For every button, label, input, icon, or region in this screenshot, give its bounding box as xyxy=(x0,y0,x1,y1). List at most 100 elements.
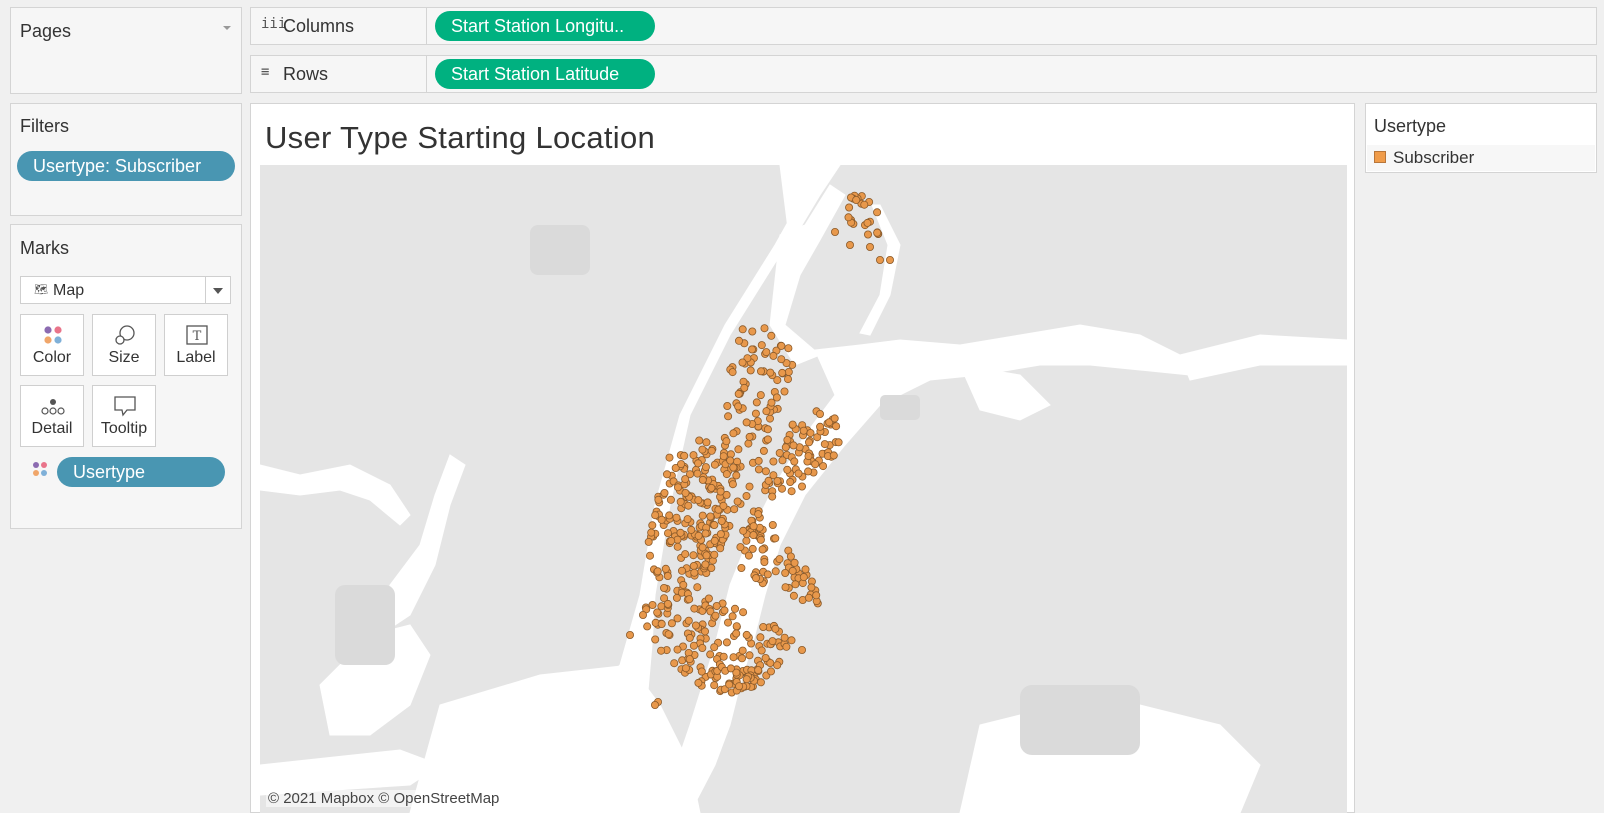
station-mark[interactable] xyxy=(710,643,719,652)
station-mark[interactable] xyxy=(673,542,682,551)
station-mark[interactable] xyxy=(783,465,792,474)
station-mark[interactable] xyxy=(766,368,775,377)
station-mark[interactable] xyxy=(732,622,741,631)
pages-shelf[interactable]: Pages xyxy=(10,7,242,94)
station-mark[interactable] xyxy=(786,477,795,486)
station-mark[interactable] xyxy=(786,552,795,561)
station-mark[interactable] xyxy=(698,511,707,520)
station-mark[interactable] xyxy=(724,412,733,421)
station-mark[interactable] xyxy=(681,475,690,484)
station-mark[interactable] xyxy=(830,414,839,423)
station-mark[interactable] xyxy=(831,228,840,237)
station-mark[interactable] xyxy=(801,565,810,574)
station-mark[interactable] xyxy=(726,456,735,465)
station-mark[interactable] xyxy=(745,651,754,660)
station-mark[interactable] xyxy=(643,622,652,631)
station-mark[interactable] xyxy=(698,643,707,652)
station-mark[interactable] xyxy=(666,495,675,504)
station-mark[interactable] xyxy=(706,650,715,659)
mark-type-dropdown[interactable]: 🗺 Map xyxy=(20,276,231,304)
station-mark[interactable] xyxy=(695,436,704,445)
station-mark[interactable] xyxy=(775,555,784,564)
station-mark[interactable] xyxy=(756,633,765,642)
station-mark[interactable] xyxy=(716,544,725,553)
station-mark[interactable] xyxy=(665,453,674,462)
station-mark[interactable] xyxy=(832,422,841,431)
station-mark[interactable] xyxy=(689,451,698,460)
station-mark[interactable] xyxy=(756,678,765,687)
station-mark[interactable] xyxy=(754,666,763,675)
station-mark[interactable] xyxy=(744,439,753,448)
map-canvas[interactable]: © 2021 Mapbox © OpenStreetMap xyxy=(260,165,1347,813)
station-mark[interactable] xyxy=(845,203,854,212)
station-mark[interactable] xyxy=(768,520,777,529)
station-mark[interactable] xyxy=(667,536,676,545)
station-mark[interactable] xyxy=(754,510,763,519)
station-mark[interactable] xyxy=(720,606,729,615)
station-mark[interactable] xyxy=(763,435,772,444)
station-mark[interactable] xyxy=(798,645,807,654)
station-mark[interactable] xyxy=(777,341,786,350)
station-mark[interactable] xyxy=(742,536,751,545)
station-mark[interactable] xyxy=(829,451,838,460)
station-mark[interactable] xyxy=(756,535,765,544)
station-mark[interactable] xyxy=(673,614,682,623)
station-mark[interactable] xyxy=(653,567,662,576)
station-mark[interactable] xyxy=(676,497,685,506)
station-mark[interactable] xyxy=(706,512,715,521)
station-mark[interactable] xyxy=(730,505,739,514)
station-mark[interactable] xyxy=(789,441,798,450)
station-mark[interactable] xyxy=(728,612,737,621)
station-mark[interactable] xyxy=(863,218,872,227)
station-mark[interactable] xyxy=(728,368,737,377)
detail-card-button[interactable]: Detail xyxy=(20,385,84,447)
station-mark[interactable] xyxy=(773,661,782,670)
station-mark[interactable] xyxy=(723,618,732,627)
station-mark[interactable] xyxy=(783,435,792,444)
station-mark[interactable] xyxy=(739,608,748,617)
station-mark[interactable] xyxy=(773,376,782,385)
station-mark[interactable] xyxy=(771,534,780,543)
station-mark[interactable] xyxy=(820,440,829,449)
station-mark[interactable] xyxy=(681,488,690,497)
station-mark[interactable] xyxy=(684,501,693,510)
station-mark[interactable] xyxy=(799,426,808,435)
station-mark[interactable] xyxy=(768,637,777,646)
station-mark[interactable] xyxy=(816,422,825,431)
station-mark[interactable] xyxy=(684,616,693,625)
station-mark[interactable] xyxy=(811,460,820,469)
station-mark[interactable] xyxy=(698,445,707,454)
station-mark[interactable] xyxy=(805,438,814,447)
station-mark[interactable] xyxy=(773,476,782,485)
station-mark[interactable] xyxy=(784,344,793,353)
station-mark[interactable] xyxy=(683,515,692,524)
station-mark[interactable] xyxy=(767,398,776,407)
station-mark[interactable] xyxy=(860,200,869,209)
station-mark[interactable] xyxy=(701,560,710,569)
station-mark[interactable] xyxy=(788,420,797,429)
station-mark[interactable] xyxy=(647,528,656,537)
station-mark[interactable] xyxy=(768,492,777,501)
station-mark[interactable] xyxy=(685,633,694,642)
station-mark[interactable] xyxy=(757,341,766,350)
station-mark[interactable] xyxy=(781,443,790,452)
station-mark[interactable] xyxy=(657,515,666,524)
station-mark[interactable] xyxy=(756,367,765,376)
station-mark[interactable] xyxy=(719,501,728,510)
station-mark[interactable] xyxy=(689,561,698,570)
size-card-button[interactable]: Size xyxy=(92,314,156,376)
station-mark[interactable] xyxy=(798,482,807,491)
rows-field-pill[interactable]: Start Station Latitude xyxy=(435,59,655,89)
station-mark[interactable] xyxy=(685,595,694,604)
station-mark[interactable] xyxy=(707,446,716,455)
station-mark[interactable] xyxy=(748,544,757,553)
station-mark[interactable] xyxy=(677,566,686,575)
station-mark[interactable] xyxy=(716,530,725,539)
station-mark[interactable] xyxy=(694,531,703,540)
station-mark[interactable] xyxy=(807,583,816,592)
chevron-down-icon[interactable] xyxy=(213,288,223,294)
legend-item-subscriber[interactable]: Subscriber xyxy=(1367,145,1595,171)
station-mark[interactable] xyxy=(794,469,803,478)
station-mark[interactable] xyxy=(738,325,747,334)
station-mark[interactable] xyxy=(756,391,765,400)
